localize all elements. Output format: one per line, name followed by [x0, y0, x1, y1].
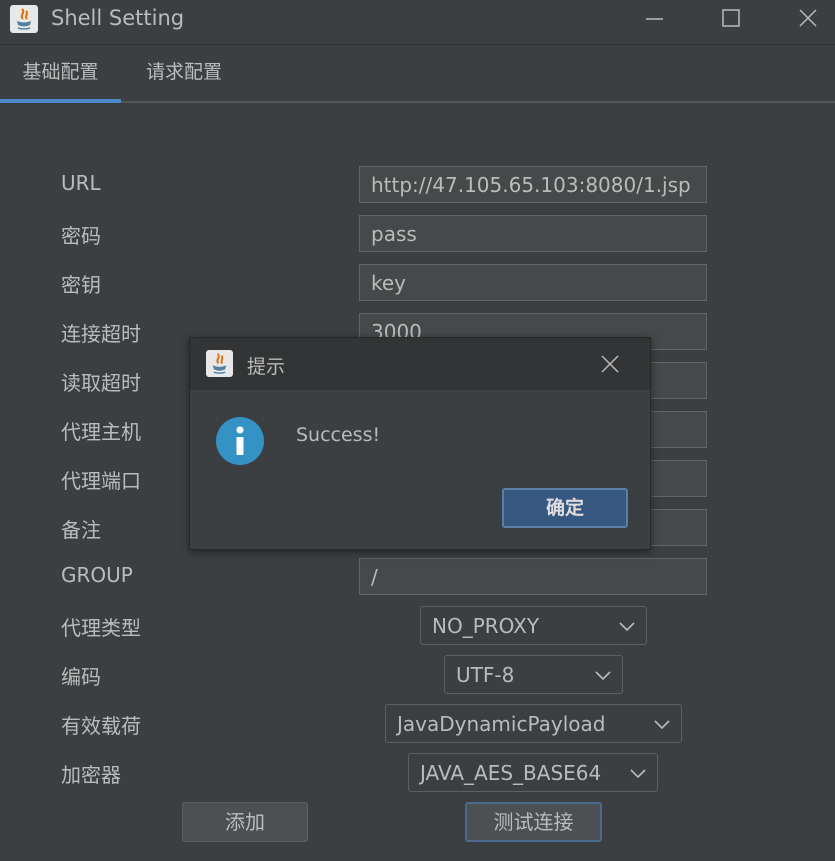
payload-select[interactable]: JavaDynamicPayload	[385, 704, 682, 743]
url-input[interactable]	[359, 166, 707, 203]
proxy-port-label: 代理端口	[61, 469, 141, 493]
close-button[interactable]	[789, 5, 829, 33]
window-title: Shell Setting	[51, 6, 185, 30]
password-input[interactable]	[359, 215, 707, 252]
minimize-button[interactable]	[635, 5, 675, 33]
maximize-button[interactable]	[712, 5, 752, 33]
test-connection-button[interactable]: 测试连接	[465, 802, 602, 842]
dialog-message: Success!	[296, 424, 381, 446]
add-button[interactable]: 添加	[182, 802, 308, 842]
dialog-close-button[interactable]	[595, 351, 625, 379]
close-icon	[601, 355, 619, 373]
encoding-select[interactable]: UTF-8	[444, 655, 623, 694]
chevron-down-icon	[619, 622, 635, 632]
payload-label: 有效载荷	[61, 714, 141, 738]
cryption-label: 加密器	[61, 763, 121, 787]
tab-request-config[interactable]: 请求配置	[121, 44, 247, 101]
message-dialog: 提示 Success! 确定	[189, 337, 651, 550]
ok-button[interactable]: 确定	[502, 488, 628, 528]
group-input[interactable]	[359, 558, 707, 595]
maximize-icon	[722, 9, 740, 27]
dialog-title: 提示	[247, 356, 286, 378]
minimize-icon	[646, 18, 663, 20]
proxy-type-select[interactable]: NO_PROXY	[420, 606, 647, 645]
remark-label: 备注	[61, 518, 101, 542]
java-app-icon	[206, 350, 233, 377]
read-timeout-label: 读取超时	[61, 371, 141, 395]
info-icon	[216, 417, 264, 465]
java-app-icon	[10, 5, 38, 33]
password-label: 密码	[61, 224, 101, 248]
close-icon	[799, 9, 817, 27]
url-label: URL	[61, 171, 101, 195]
chevron-down-icon	[630, 769, 646, 779]
window-titlebar: Shell Setting	[0, 0, 835, 45]
proxy-host-label: 代理主机	[61, 420, 141, 444]
cryption-select[interactable]: JAVA_AES_BASE64	[408, 753, 658, 792]
key-input[interactable]	[359, 264, 707, 301]
chevron-down-icon	[654, 720, 670, 730]
group-label: GROUP	[61, 563, 133, 587]
tab-bar: 基础配置 请求配置	[0, 44, 835, 103]
tab-basic-config[interactable]: 基础配置	[0, 44, 121, 103]
encoding-label: 编码	[61, 665, 101, 689]
dialog-titlebar: 提示	[190, 338, 650, 390]
key-label: 密钥	[61, 273, 101, 297]
chevron-down-icon	[595, 671, 611, 681]
proxy-type-label: 代理类型	[61, 616, 141, 640]
connect-timeout-label: 连接超时	[61, 322, 141, 346]
